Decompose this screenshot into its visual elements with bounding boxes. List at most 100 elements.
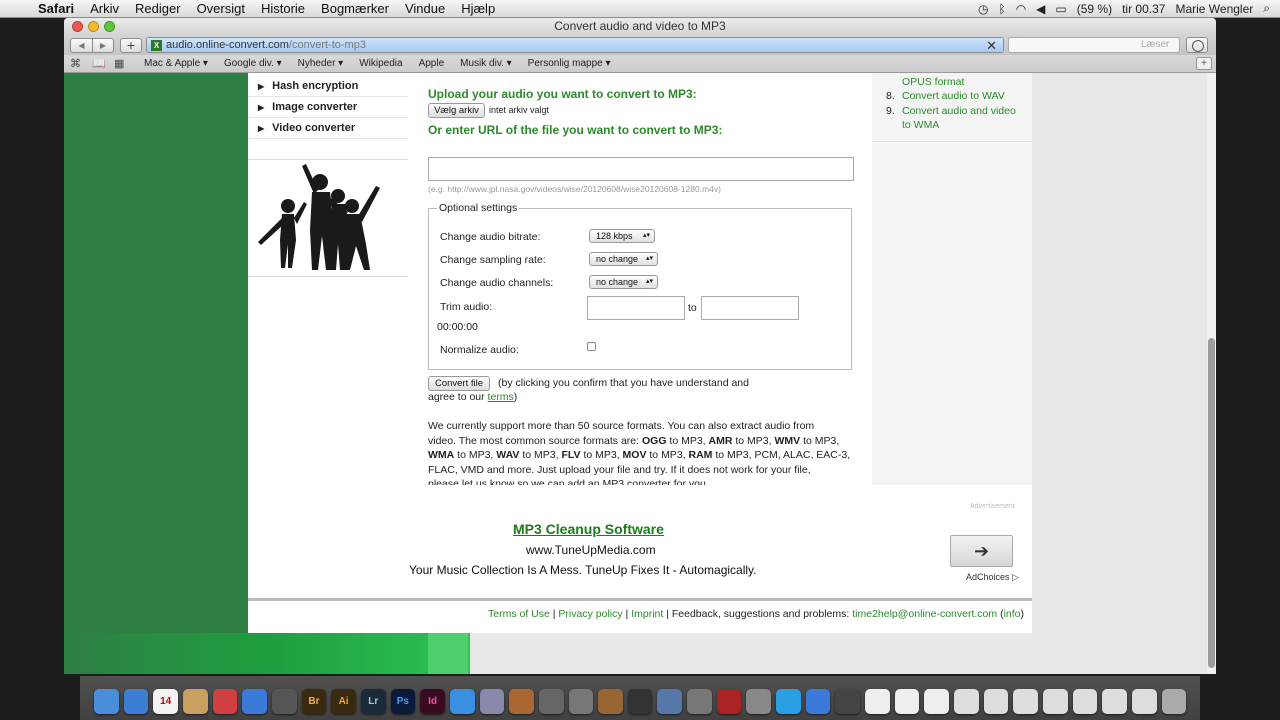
imprint-link[interactable]: Imprint bbox=[631, 608, 663, 620]
channels-select[interactable]: no change ▴▾ bbox=[589, 275, 658, 289]
spotlight-icon[interactable]: ⌕ bbox=[1263, 1, 1270, 16]
app-icon[interactable] bbox=[657, 689, 683, 714]
bridge-icon[interactable]: Br bbox=[301, 689, 327, 714]
choose-file-button[interactable]: Vælg arkiv bbox=[428, 103, 485, 118]
ad-title-link[interactable]: MP3 Cleanup Software bbox=[513, 521, 664, 537]
adchoices-link[interactable]: AdChoices ▷ bbox=[966, 572, 1019, 583]
app-icon[interactable] bbox=[805, 689, 831, 714]
document-icon[interactable] bbox=[1013, 689, 1038, 714]
file-url-input[interactable] bbox=[428, 157, 854, 181]
menu-view[interactable]: Oversigt bbox=[189, 1, 253, 16]
normalize-checkbox[interactable] bbox=[587, 342, 596, 351]
bookmark-music[interactable]: Musik div. ▾ bbox=[452, 58, 520, 69]
wifi-icon[interactable]: ◠ bbox=[1016, 2, 1026, 16]
menu-bookmarks[interactable]: Bogmærker bbox=[313, 1, 397, 16]
menu-history[interactable]: Historie bbox=[253, 1, 313, 16]
bitrate-select[interactable]: 128 kbps ▴▾ bbox=[589, 229, 655, 243]
back-icon[interactable]: ◀ bbox=[71, 39, 92, 52]
app-icon[interactable] bbox=[568, 689, 594, 714]
menu-edit[interactable]: Rediger bbox=[127, 1, 189, 16]
clear-url-icon[interactable]: ✕ bbox=[986, 38, 997, 52]
reading-list-icon[interactable]: 📖 bbox=[92, 57, 114, 70]
reader-button[interactable]: Læser bbox=[1008, 37, 1180, 53]
itunes-icon[interactable] bbox=[242, 689, 267, 714]
minimize-window-icon[interactable] bbox=[88, 21, 99, 32]
lightroom-icon[interactable]: Lr bbox=[360, 689, 386, 714]
app-icon[interactable] bbox=[538, 689, 564, 714]
app-icon[interactable] bbox=[687, 689, 712, 714]
downloads-icon[interactable] bbox=[1186, 37, 1208, 53]
sidebar-item-video-converter[interactable]: ▶ Video converter bbox=[248, 118, 408, 139]
clock[interactable]: tir 00.37 bbox=[1122, 2, 1165, 16]
bookmark-apple[interactable]: Apple bbox=[411, 58, 453, 69]
show-all-tabs-icon[interactable]: ⌘ bbox=[70, 57, 92, 70]
document-icon[interactable] bbox=[1043, 689, 1068, 714]
link-convert-wma-cont[interactable]: to WMA bbox=[902, 119, 939, 131]
contacts-icon[interactable] bbox=[182, 689, 208, 714]
illustrator-icon[interactable]: Ai bbox=[331, 689, 356, 714]
menu-help[interactable]: Hjælp bbox=[453, 1, 503, 16]
skype-icon[interactable] bbox=[776, 689, 801, 714]
app-icon[interactable] bbox=[627, 689, 653, 714]
preview-icon[interactable] bbox=[271, 689, 297, 714]
app-icon[interactable] bbox=[509, 689, 534, 714]
document-icon[interactable] bbox=[1072, 689, 1098, 714]
finder-icon[interactable] bbox=[94, 689, 119, 714]
terms-of-use-link[interactable]: Terms of Use bbox=[488, 608, 550, 620]
ad-url[interactable]: www.TuneUpMedia.com bbox=[526, 543, 656, 557]
ad-arrow-button[interactable]: ➔ bbox=[950, 535, 1013, 567]
zoom-window-icon[interactable] bbox=[104, 21, 115, 32]
bookmark-google[interactable]: Google div. ▾ bbox=[216, 58, 290, 69]
bookmark-personal[interactable]: Personlig mappe ▾ bbox=[520, 58, 619, 69]
document-icon[interactable] bbox=[1102, 689, 1127, 714]
document-icon[interactable] bbox=[924, 689, 950, 714]
trim-end-input[interactable] bbox=[701, 296, 799, 320]
info-link[interactable]: info bbox=[1004, 608, 1021, 620]
sidebar-item-hash-encryption[interactable]: ▶ Hash encryption bbox=[248, 76, 408, 97]
sidebar-item-image-converter[interactable]: ▶ Image converter bbox=[248, 97, 408, 118]
support-email-link[interactable]: time2help@online-convert.com bbox=[852, 608, 997, 620]
trash-icon[interactable] bbox=[1161, 689, 1187, 714]
bluetooth-icon[interactable]: ᛒ bbox=[998, 2, 1005, 16]
app-icon[interactable] bbox=[835, 689, 861, 714]
app-store-icon[interactable] bbox=[449, 689, 475, 714]
trim-start-input[interactable] bbox=[587, 296, 685, 320]
link-convert-wav[interactable]: Convert audio to WAV bbox=[902, 90, 1005, 102]
indesign-icon[interactable]: Id bbox=[420, 689, 445, 714]
convert-file-button[interactable]: Convert file bbox=[428, 376, 490, 391]
menu-app-name[interactable]: Safari bbox=[30, 1, 82, 16]
bookmark-mac-apple[interactable]: Mac & Apple ▾ bbox=[136, 58, 216, 69]
menu-file[interactable]: Arkiv bbox=[82, 1, 127, 16]
privacy-policy-link[interactable]: Privacy policy bbox=[558, 608, 622, 620]
top-sites-icon[interactable]: ▦ bbox=[114, 57, 136, 70]
document-icon[interactable] bbox=[983, 689, 1009, 714]
document-icon[interactable] bbox=[865, 689, 890, 714]
app-icon[interactable] bbox=[716, 689, 742, 714]
battery-icon[interactable]: ▭ bbox=[1055, 2, 1066, 16]
terms-link[interactable]: terms bbox=[488, 391, 514, 403]
document-icon[interactable] bbox=[1131, 689, 1157, 714]
add-bookmark-icon[interactable]: + bbox=[1196, 57, 1212, 70]
app-icon[interactable] bbox=[598, 689, 623, 714]
close-window-icon[interactable] bbox=[72, 21, 83, 32]
safari-icon[interactable] bbox=[123, 689, 149, 714]
forward-icon[interactable]: ▶ bbox=[92, 38, 113, 52]
calendar-icon[interactable]: 14 bbox=[153, 689, 178, 714]
bookmark-news[interactable]: Nyheder ▾ bbox=[290, 58, 352, 69]
link-opus-format[interactable]: OPUS format bbox=[902, 76, 964, 88]
volume-icon[interactable]: ◀ bbox=[1036, 2, 1045, 16]
bookmark-wikipedia[interactable]: Wikipedia bbox=[351, 58, 410, 69]
app-icon[interactable] bbox=[479, 689, 505, 714]
new-tab-button[interactable]: + bbox=[120, 37, 142, 53]
scrollbar-thumb[interactable] bbox=[1208, 338, 1215, 668]
user-name[interactable]: Marie Wengler bbox=[1175, 2, 1253, 16]
photoshop-icon[interactable]: Ps bbox=[390, 689, 416, 714]
document-icon[interactable] bbox=[954, 689, 979, 714]
document-icon[interactable] bbox=[894, 689, 920, 714]
app-icon[interactable] bbox=[746, 689, 772, 714]
mail-icon[interactable] bbox=[212, 689, 238, 714]
link-convert-wma[interactable]: Convert audio and video bbox=[902, 105, 1016, 117]
vertical-scrollbar[interactable] bbox=[1207, 73, 1216, 674]
menu-window[interactable]: Vindue bbox=[397, 1, 453, 16]
sampling-rate-select[interactable]: no change ▴▾ bbox=[589, 252, 658, 266]
